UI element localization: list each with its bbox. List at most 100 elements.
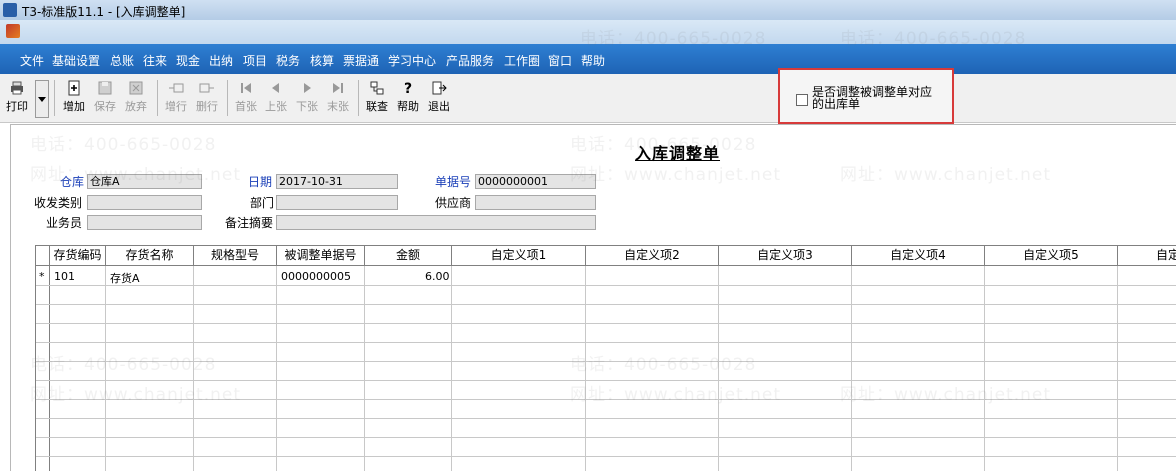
detail-grid: 存货编码 存货名称 规格型号 被调整单据号 金额 自定义项1 自定义项2 自定义… bbox=[35, 245, 1176, 471]
first-record-button[interactable]: 首张 bbox=[232, 79, 260, 117]
grid-row-line bbox=[36, 380, 1176, 381]
toolbar-separator bbox=[227, 80, 228, 116]
next-icon bbox=[299, 80, 315, 96]
supplier-field[interactable] bbox=[475, 195, 596, 210]
date-field[interactable]: 2017-10-31 bbox=[276, 174, 398, 189]
window-title: T3-标准版11.1 - [入库调整单] bbox=[22, 5, 186, 19]
save-icon bbox=[97, 80, 113, 96]
col-header-spec[interactable]: 规格型号 bbox=[194, 246, 277, 265]
menu-learning-center[interactable]: 学习中心 bbox=[388, 52, 436, 69]
mdi-child-bar bbox=[0, 20, 1176, 44]
menu-bar: 文件 基础设置 总账 往来 现金 出纳 项目 税务 核算 票据通 学习中心 产品… bbox=[0, 44, 1176, 74]
abandon-button[interactable]: 放弃 bbox=[122, 79, 150, 117]
menu-receivables[interactable]: 往来 bbox=[143, 52, 167, 69]
menu-window[interactable]: 窗口 bbox=[548, 52, 572, 69]
grid-col-line bbox=[451, 266, 452, 471]
grid-header: 存货编码 存货名称 规格型号 被调整单据号 金额 自定义项1 自定义项2 自定义… bbox=[36, 246, 1176, 266]
grid-row-line bbox=[36, 361, 1176, 362]
grid-col-line bbox=[364, 266, 365, 471]
last-record-button[interactable]: 末张 bbox=[324, 79, 352, 117]
department-label: 部门 bbox=[250, 196, 275, 210]
delete-row-button[interactable]: 删行 bbox=[193, 79, 221, 117]
document-icon[interactable] bbox=[6, 24, 20, 38]
prev-record-button[interactable]: 上张 bbox=[262, 79, 290, 117]
app-icon bbox=[3, 3, 17, 17]
col-header-custom4[interactable]: 自定义项4 bbox=[852, 246, 985, 265]
window-titlebar: T3-标准版11.1 - [入库调整单] bbox=[0, 0, 1176, 20]
col-header-custom3[interactable]: 自定义项3 bbox=[719, 246, 852, 265]
col-header-name[interactable]: 存货名称 bbox=[106, 246, 194, 265]
help-icon: ? bbox=[400, 80, 416, 97]
row-marker-header bbox=[36, 246, 50, 265]
menu-work-circle[interactable]: 工作圈 bbox=[504, 52, 540, 69]
grid-col-line bbox=[718, 266, 719, 471]
col-header-custom1[interactable]: 自定义项1 bbox=[452, 246, 586, 265]
add-document-icon bbox=[66, 80, 82, 96]
last-icon bbox=[330, 80, 346, 96]
adjust-outbound-checkbox[interactable] bbox=[796, 94, 808, 106]
col-header-amount[interactable]: 金额 bbox=[365, 246, 452, 265]
col-header-custom5[interactable]: 自定义项5 bbox=[985, 246, 1118, 265]
grid-col-line bbox=[851, 266, 852, 471]
menu-accounting[interactable]: 核算 bbox=[310, 52, 334, 69]
remark-label: 备注摘要 bbox=[225, 216, 274, 230]
print-button[interactable]: 打印 bbox=[3, 79, 31, 117]
menu-cashier[interactable]: 出纳 bbox=[209, 52, 233, 69]
doc-no-field[interactable]: 0000000001 bbox=[475, 174, 596, 189]
cell-code[interactable]: 101 bbox=[54, 270, 75, 283]
add-row-button[interactable]: 增行 bbox=[162, 79, 190, 117]
menu-product-service[interactable]: 产品服务 bbox=[446, 52, 494, 69]
printer-icon bbox=[9, 80, 25, 96]
adjust-outbound-option: 是否调整被调整单对应的出库单 bbox=[778, 68, 954, 124]
add-row-icon bbox=[168, 80, 184, 96]
date-label: 日期 bbox=[248, 175, 273, 189]
col-header-code[interactable]: 存货编码 bbox=[50, 246, 106, 265]
exit-button[interactable]: 退出 bbox=[425, 79, 453, 117]
menu-basic-settings[interactable]: 基础设置 bbox=[52, 52, 100, 69]
grid-col-line bbox=[984, 266, 985, 471]
doc-no-label: 单据号 bbox=[435, 175, 472, 189]
cell-ref-no[interactable]: 0000000005 bbox=[281, 270, 351, 283]
cell-name[interactable]: 存货A bbox=[110, 270, 140, 286]
salesperson-field[interactable] bbox=[87, 215, 202, 230]
link-query-button[interactable]: 联查 bbox=[363, 79, 391, 117]
help-button[interactable]: ? 帮助 bbox=[394, 79, 422, 117]
next-record-button[interactable]: 下张 bbox=[293, 79, 321, 117]
save-button[interactable]: 保存 bbox=[91, 79, 119, 117]
col-header-custom6[interactable]: 自定 bbox=[1118, 246, 1176, 265]
category-field[interactable] bbox=[87, 195, 202, 210]
menu-bills[interactable]: 票据通 bbox=[343, 52, 379, 69]
row-marker: * bbox=[39, 270, 45, 283]
abandon-icon bbox=[128, 80, 144, 96]
delete-row-icon bbox=[199, 80, 215, 96]
menu-tax[interactable]: 税务 bbox=[276, 52, 300, 69]
grid-row-line bbox=[36, 323, 1176, 324]
menu-help[interactable]: 帮助 bbox=[581, 52, 605, 69]
menu-general-ledger[interactable]: 总账 bbox=[110, 52, 134, 69]
menu-project[interactable]: 项目 bbox=[243, 52, 267, 69]
remark-field[interactable] bbox=[276, 215, 596, 230]
add-button[interactable]: 增加 bbox=[60, 79, 88, 117]
grid-col-line bbox=[276, 266, 277, 471]
grid-row-line bbox=[36, 399, 1176, 400]
grid-col-line bbox=[49, 266, 50, 471]
prev-icon bbox=[268, 80, 284, 96]
print-dropdown-arrow[interactable] bbox=[35, 80, 49, 118]
col-header-ref-no[interactable]: 被调整单据号 bbox=[277, 246, 365, 265]
toolbar-separator bbox=[157, 80, 158, 116]
cell-amount[interactable]: 6.00 bbox=[425, 270, 450, 283]
link-query-icon bbox=[369, 80, 385, 96]
warehouse-field[interactable]: 仓库A bbox=[87, 174, 202, 189]
toolbar: 打印 增加 保存 放弃 增行 删行 首张 上张 下张 末张 联查 ? 帮助 退出 bbox=[0, 74, 1176, 123]
department-field[interactable] bbox=[276, 195, 398, 210]
salesperson-label: 业务员 bbox=[46, 216, 83, 230]
menu-cash[interactable]: 现金 bbox=[176, 52, 200, 69]
col-header-custom2[interactable]: 自定义项2 bbox=[586, 246, 719, 265]
form-title: 入库调整单 bbox=[635, 144, 721, 163]
grid-col-line bbox=[193, 266, 194, 471]
menu-file[interactable]: 文件 bbox=[20, 52, 44, 69]
supplier-label: 供应商 bbox=[435, 196, 472, 210]
grid-row-line bbox=[36, 304, 1176, 305]
first-icon bbox=[238, 80, 254, 96]
grid-row-line bbox=[36, 342, 1176, 343]
